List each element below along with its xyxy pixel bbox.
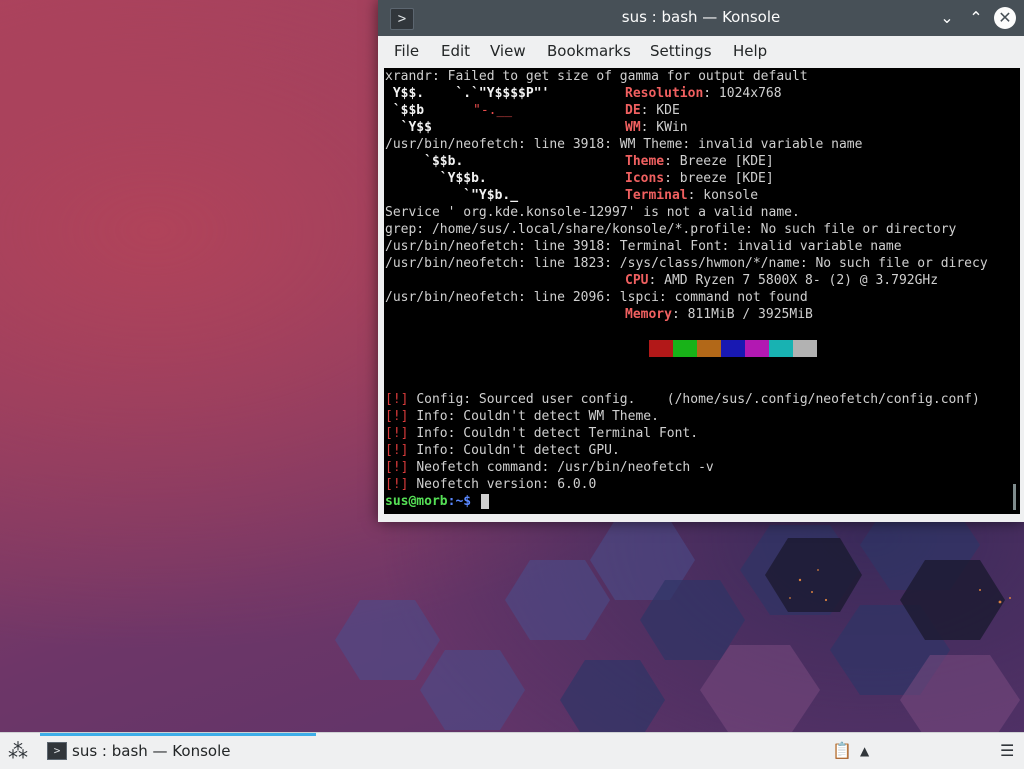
task-konsole[interactable]: > sus : bash — Konsole <box>40 733 316 769</box>
info-value: : 811MiB / 3925MiB <box>671 307 813 322</box>
info-key: Theme <box>625 154 665 169</box>
log-line: [!] Neofetch version: 6.0.0 <box>385 476 596 493</box>
clipboard-icon[interactable]: 📋 <box>832 741 852 761</box>
info-line: Theme: Breeze [KDE] <box>625 153 774 170</box>
info-line: CPU: AMD Ryzen 7 5800X 8- (2) @ 3.792GHz <box>625 272 938 289</box>
info-key: WM <box>625 120 641 135</box>
error-line: /usr/bin/neofetch: line 1823: /sys/class… <box>385 256 988 271</box>
title-bar[interactable]: > sus : bash — Konsole ⌄ ⌃ ✕ <box>378 0 1024 36</box>
menu-help[interactable]: Help <box>733 42 767 60</box>
log-text: Config: Sourced user config. (/home/sus/… <box>416 392 980 407</box>
log-line: [!] Info: Couldn't detect Terminal Font. <box>385 425 698 442</box>
menu-settings[interactable]: Settings <box>650 42 712 60</box>
palette-swatch <box>721 340 745 357</box>
palette-swatch <box>769 340 793 357</box>
expand-tray-icon[interactable]: ▲ <box>860 741 869 761</box>
log-text: Info: Couldn't detect Terminal Font. <box>416 426 699 441</box>
minimize-button[interactable]: ⌄ <box>936 7 958 29</box>
error-line: grep: /home/sus/.local/share/konsole/*.p… <box>385 222 957 237</box>
error-line: /usr/bin/neofetch: line 2096: lspci: com… <box>385 290 808 305</box>
ascii-art-line: `"Y$b._ <box>385 188 519 203</box>
terminal-icon: > <box>47 742 67 760</box>
log-line: [!] Neofetch command: /usr/bin/neofetch … <box>385 459 714 476</box>
info-line: WM: KWin <box>625 119 688 136</box>
menu-edit[interactable]: Edit <box>441 42 470 60</box>
ascii-art-line: `$$b <box>385 103 425 118</box>
prompt-user: sus@morb <box>385 494 448 509</box>
info-value: : 1024x768 <box>703 86 782 101</box>
info-line: Resolution: 1024x768 <box>625 85 782 102</box>
scrollbar-thumb[interactable] <box>1013 484 1016 510</box>
log-line: [!] Config: Sourced user config. (/home/… <box>385 391 980 408</box>
ascii-art-line: `Y$$ <box>385 120 432 135</box>
prompt-path: :~$ <box>447 494 479 509</box>
output-line: xrandr: Failed to get size of gamma for … <box>385 69 808 84</box>
palette-swatch <box>745 340 769 357</box>
text-cursor <box>481 494 489 509</box>
active-task-indicator <box>40 733 316 736</box>
log-text: Neofetch command: /usr/bin/neofetch -v <box>416 460 714 475</box>
palette-swatch <box>793 340 817 357</box>
shell-prompt[interactable]: sus@morb:~$ <box>385 493 479 510</box>
info-key: CPU <box>625 273 649 288</box>
warning-marker: [!] <box>385 443 409 458</box>
konsole-window: > sus : bash — Konsole ⌄ ⌃ ✕ File Edit V… <box>378 0 1024 522</box>
log-line: [!] Info: Couldn't detect WM Theme. <box>385 408 659 425</box>
menu-file[interactable]: File <box>394 42 419 60</box>
info-key: Icons <box>625 171 665 186</box>
close-button[interactable]: ✕ <box>994 7 1016 29</box>
info-line: Memory: 811MiB / 3925MiB <box>625 306 813 323</box>
maximize-button[interactable]: ⌃ <box>965 7 987 29</box>
info-key: Terminal <box>625 188 688 203</box>
log-text: Info: Couldn't detect WM Theme. <box>416 409 659 424</box>
log-text: Info: Couldn't detect GPU. <box>416 443 620 458</box>
info-value: : konsole <box>687 188 759 203</box>
log-line: [!] Info: Couldn't detect GPU. <box>385 442 620 459</box>
task-label: sus : bash — Konsole <box>72 742 231 760</box>
info-key: Resolution <box>625 86 704 101</box>
menu-bookmarks[interactable]: Bookmarks <box>547 42 631 60</box>
palette-swatch <box>673 340 697 357</box>
error-line: Service ' org.kde.konsole-12997' is not … <box>385 205 800 220</box>
info-value: : Breeze [KDE] <box>664 154 774 169</box>
menu-view[interactable]: View <box>490 42 526 60</box>
info-line: Terminal: konsole <box>625 187 758 204</box>
info-value: : KDE <box>640 103 680 118</box>
application-launcher-icon[interactable]: ⁂ <box>8 739 32 763</box>
warning-marker: [!] <box>385 477 409 492</box>
info-key: Memory <box>625 307 672 322</box>
info-line: Icons: breeze [KDE] <box>625 170 774 187</box>
palette-swatch <box>649 340 673 357</box>
taskbar: ⁂ > sus : bash — Konsole 📋 ▲ ☰ <box>0 732 1024 769</box>
error-line: /usr/bin/neofetch: line 3918: Terminal F… <box>385 239 902 254</box>
log-text: Neofetch version: 6.0.0 <box>416 477 597 492</box>
ascii-art-line: `Y$$b. <box>385 171 487 186</box>
ascii-art-fragment: "-.__ <box>473 103 513 118</box>
error-line: /usr/bin/neofetch: line 3918: WM Theme: … <box>385 137 863 152</box>
info-key: DE <box>625 103 641 118</box>
menu-bar: File Edit View Bookmarks Settings Help <box>378 36 1024 67</box>
panel-menu-icon[interactable]: ☰ <box>1000 741 1014 761</box>
warning-marker: [!] <box>385 426 409 441</box>
ascii-art-line: Y$$. `.`"Y$$$$P"' <box>385 86 550 101</box>
warning-marker: [!] <box>385 409 409 424</box>
warning-marker: [!] <box>385 460 409 475</box>
window-title: sus : bash — Konsole <box>621 8 781 26</box>
info-value: : breeze [KDE] <box>664 171 774 186</box>
ascii-art-line: `$$b. <box>385 154 464 169</box>
terminal-output[interactable]: xrandr: Failed to get size of gamma for … <box>384 68 1020 514</box>
warning-marker: [!] <box>385 392 409 407</box>
info-value: : AMD Ryzen 7 5800X 8- (2) @ 3.792GHz <box>648 273 939 288</box>
info-line: DE: KDE <box>625 102 680 119</box>
info-value: : KWin <box>640 120 688 135</box>
palette-swatch <box>697 340 721 357</box>
